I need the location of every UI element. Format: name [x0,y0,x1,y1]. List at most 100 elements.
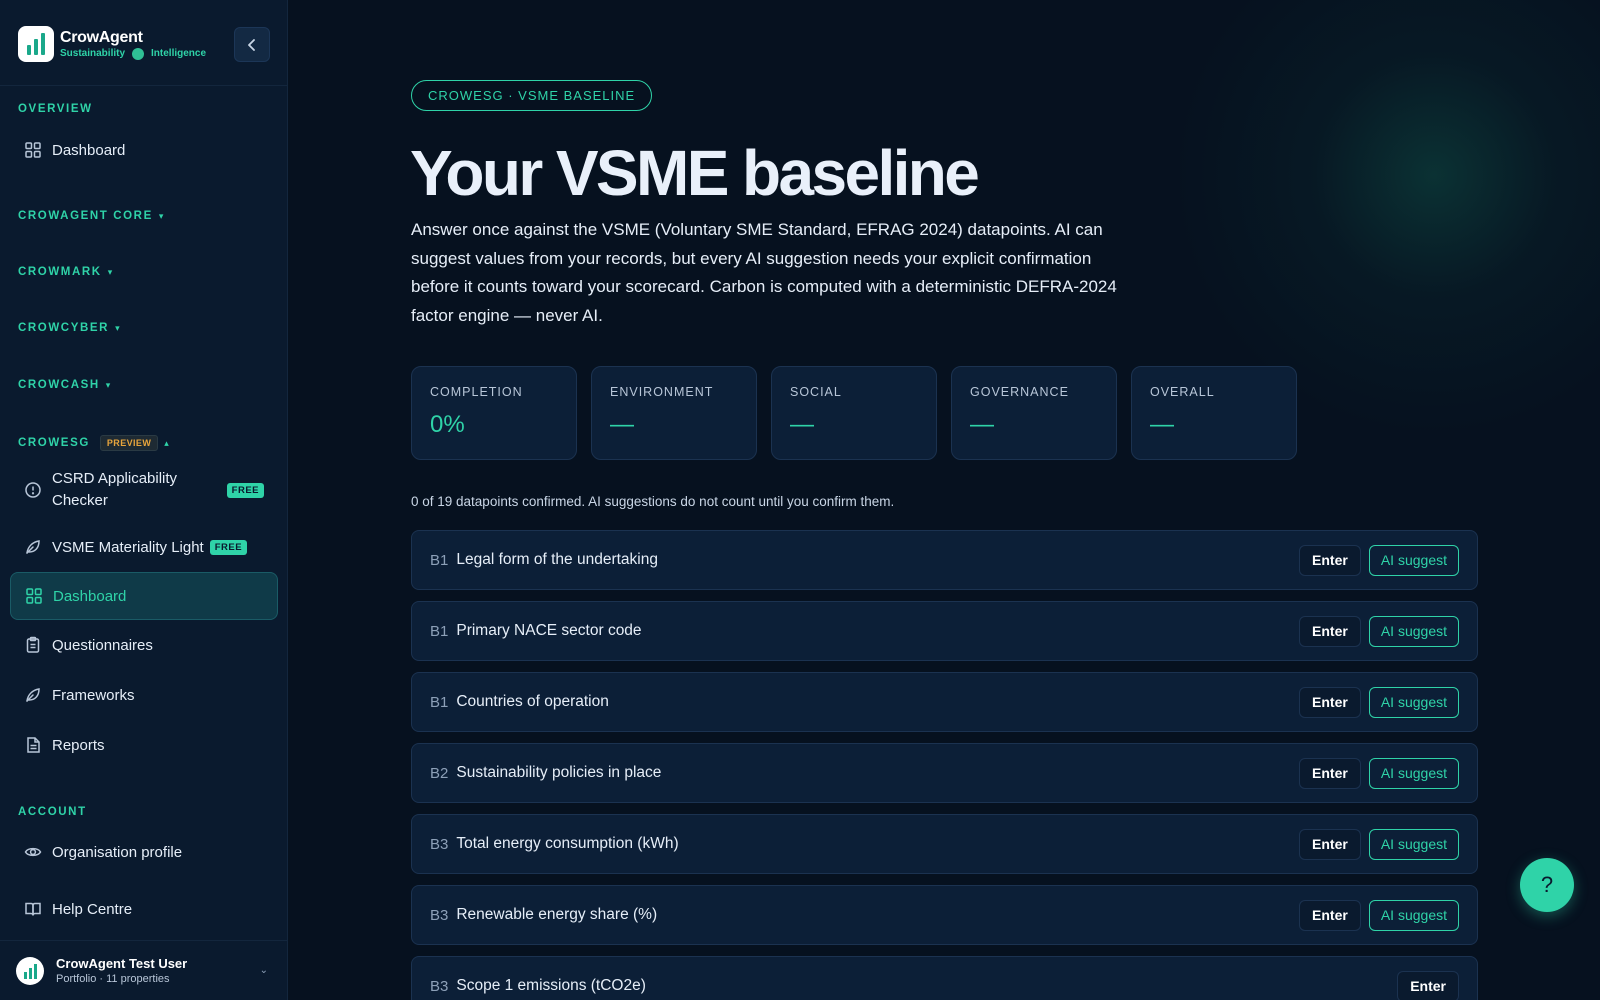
stat-overall: OVERALL — [1131,366,1297,460]
user-name: CrowAgent Test User [56,956,188,971]
chevron-left-icon [248,38,255,51]
datapoint-row: B3 Renewable energy share (%) Enter AI s… [411,885,1478,945]
collapse-sidebar-button[interactable] [234,27,270,62]
score-summary: COMPLETION 0% ENVIRONMENT — SOCIAL — GOV… [411,366,1297,460]
enter-button[interactable]: Enter [1299,899,1361,931]
chevron-down-icon: ▾ [115,322,120,333]
sidebar-item-help-centre[interactable]: Help Centre [10,892,278,926]
stat-label: SOCIAL [790,385,842,399]
brand-tag-left: Sustainability [60,48,126,59]
leaf-icon [26,688,40,702]
ai-suggest-button[interactable]: AI suggest [1368,899,1459,931]
enter-button[interactable]: Enter [1299,615,1361,647]
section-label-text: CROWCASH [18,379,100,391]
preview-badge: PREVIEW [99,435,159,451]
sidebar-item-csrd-checker[interactable]: CSRD Applicability Checker FREE [10,466,278,514]
sidebar-item-organisation-profile[interactable]: Organisation profile [10,835,278,869]
stat-governance: GOVERNANCE — [951,366,1117,460]
datapoint-code: B1 [430,693,449,711]
enter-button[interactable]: Enter [1299,828,1361,860]
brand[interactable]: CrowAgent Sustainability Intelligence [18,26,206,62]
datapoint-row: B1 Countries of operation Enter AI sugge… [411,672,1478,732]
section-crowcash[interactable]: CROWCASH ▾ [18,379,110,391]
sidebar: CrowAgent Sustainability Intelligence OV… [0,0,288,1000]
datapoint-code: B3 [430,906,449,924]
sidebar-item-label: Dashboard [52,141,126,159]
stat-environment: ENVIRONMENT — [591,366,757,460]
sidebar-item-label: VSME Materiality Light [52,538,204,556]
chevron-down-icon: ▾ [105,379,111,390]
chevron-up-icon: ▴ [164,437,169,448]
sidebar-item-label: Frameworks [52,686,135,704]
stat-label: OVERALL [1150,385,1215,399]
section-label-text: CROWMARK [18,266,102,278]
sidebar-item-label: Help Centre [52,900,133,918]
stat-social: SOCIAL — [771,366,937,460]
enter-button[interactable]: Enter [1299,757,1361,789]
enter-button[interactable]: Enter [1299,544,1361,576]
enter-button[interactable]: Enter [1299,686,1361,718]
free-badge: FREE [209,539,248,555]
stat-value: — [1150,411,1174,438]
divider [0,85,288,86]
ai-suggest-button[interactable]: AI suggest [1368,686,1459,718]
grid-icon [26,588,42,604]
datapoint-label: Primary NACE sector code [456,622,642,639]
stat-value: 0% [430,411,465,438]
sidebar-item-label: CSRD Applicability Checker [52,470,178,509]
section-crowagent-core[interactable]: CROWAGENT CORE ▾ [18,210,163,222]
section-crowesg[interactable]: CROWESG PREVIEW ▴ [18,435,169,451]
ai-suggest-button[interactable]: AI suggest [1368,828,1459,860]
ai-suggest-button[interactable]: AI suggest [1368,757,1459,789]
sidebar-item-reports[interactable]: Reports [10,728,278,762]
sidebar-item-label: Organisation profile [52,843,183,861]
sidebar-item-esg-dashboard[interactable]: Dashboard [10,572,278,620]
sidebar-item-label: Questionnaires [52,636,153,654]
alert-circle-icon [25,482,41,498]
brand-name: CrowAgent [60,28,143,46]
section-account: ACCOUNT [18,806,87,818]
chevron-down-icon: ▾ [158,210,164,221]
datapoint-code: B3 [430,977,449,995]
chevron-down-icon: ▾ [107,266,113,277]
user-menu[interactable]: CrowAgent Test User Portfolio · 11 prope… [0,940,288,1000]
datapoint-row: B3 Scope 1 emissions (tCO2e) Enter [411,956,1478,1000]
section-crowcyber[interactable]: CROWCYBER ▾ [18,322,120,334]
sidebar-item-label: Dashboard [53,587,127,605]
datapoint-list: B1 Legal form of the undertaking Enter A… [411,530,1478,1000]
section-label-text: CROWCYBER [18,322,110,334]
datapoint-row: B2 Sustainability policies in place Ente… [411,743,1478,803]
datapoint-code: B1 [430,551,449,569]
datapoint-label: Countries of operation [456,693,609,710]
ai-suggest-button[interactable]: AI suggest [1368,615,1459,647]
stat-value: — [610,411,634,438]
stat-value: — [790,411,814,438]
stat-label: GOVERNANCE [970,385,1069,399]
sidebar-item-overview-dashboard[interactable]: Dashboard [10,133,278,167]
datapoint-code: B2 [430,764,449,782]
sidebar-item-label: Reports [52,736,105,754]
section-label-text: CROWESG [18,437,90,449]
help-button[interactable]: ? [1520,858,1574,912]
datapoint-label: Total energy consumption (kWh) [456,835,679,852]
globe-icon [132,47,145,60]
main-content: CROWESG · VSME BASELINE Your VSME baseli… [289,0,1600,1000]
grid-icon [25,142,41,158]
datapoint-code: B3 [430,835,449,853]
section-label-text: CROWAGENT CORE [18,210,153,222]
datapoint-code: B1 [430,622,449,640]
ai-suggest-button[interactable]: AI suggest [1368,544,1459,576]
section-crowmark[interactable]: CROWMARK ▾ [18,266,112,278]
clipboard-icon [26,636,40,653]
brand-tag-right: Intelligence [151,48,207,59]
sidebar-item-questionnaires[interactable]: Questionnaires [10,628,278,662]
progress-note: 0 of 19 datapoints confirmed. AI suggest… [411,494,895,509]
datapoint-label: Legal form of the undertaking [456,551,658,568]
avatar [16,956,44,985]
brand-logo-icon [18,26,54,62]
eye-icon [24,847,42,857]
enter-button[interactable]: Enter [1397,970,1459,1000]
sidebar-item-vsme-materiality[interactable]: VSME Materiality Light FREE [10,530,278,564]
stat-completion: COMPLETION 0% [411,366,577,460]
sidebar-item-frameworks[interactable]: Frameworks [10,678,278,712]
